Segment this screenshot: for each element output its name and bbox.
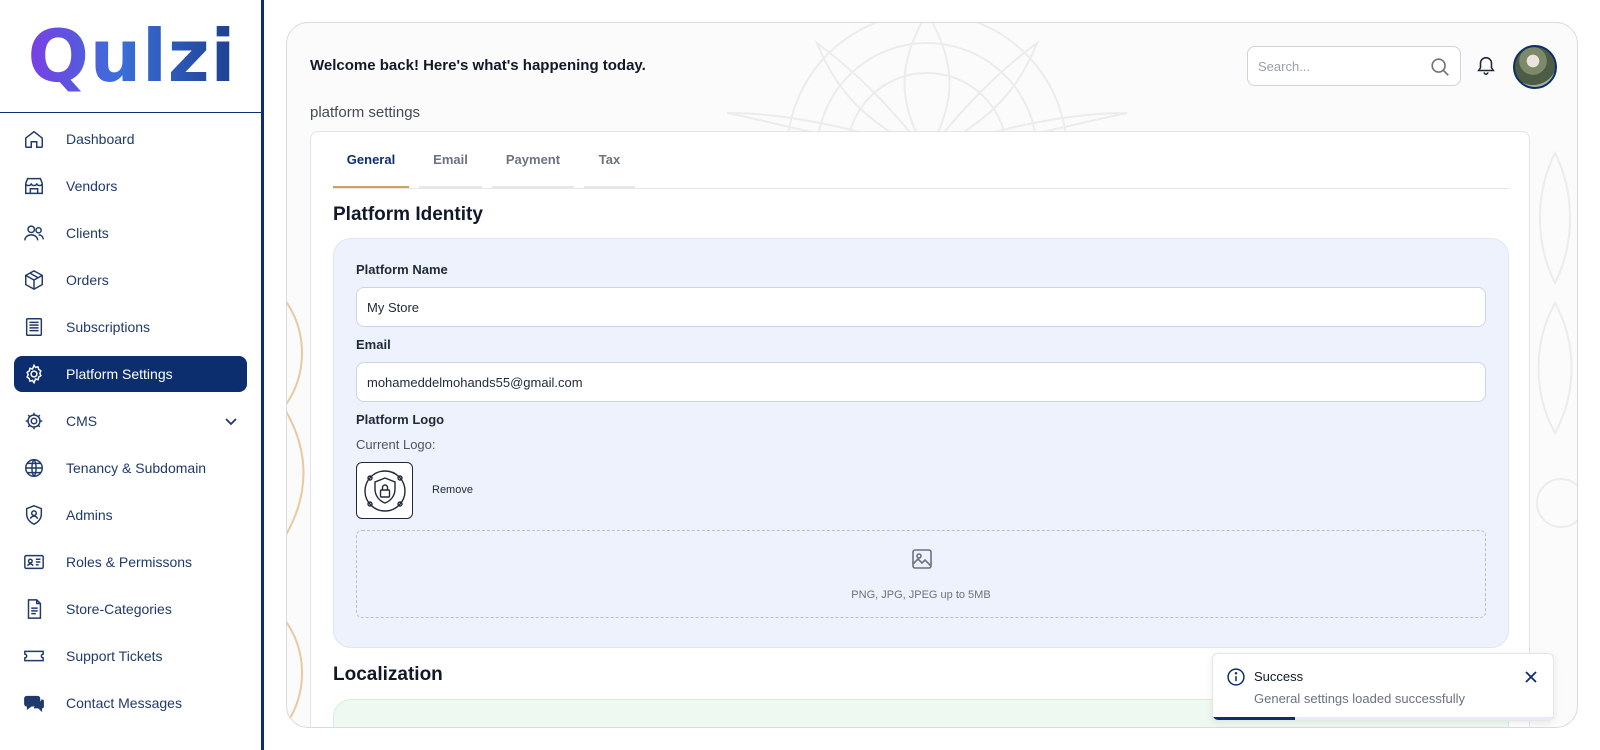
sidebar-item-tenancy[interactable]: Tenancy & Subdomain: [14, 450, 247, 486]
sidebar-item-platform-settings[interactable]: Platform Settings: [14, 356, 247, 392]
toast-title: Success: [1254, 669, 1304, 684]
box-icon: [22, 268, 46, 292]
avatar[interactable]: [1513, 45, 1557, 89]
mandala-decoration-right: [1536, 150, 1577, 528]
brand-logo[interactable]: Qulzi: [0, 0, 264, 113]
close-icon[interactable]: [1523, 669, 1539, 690]
document-icon: [22, 597, 46, 621]
success-toast: Success General settings loaded successf…: [1212, 653, 1554, 721]
toast-progress-bar: [1213, 717, 1295, 720]
sidebar-item-label: Store-Categories: [66, 601, 172, 617]
sidebar-nav: Dashboard Vendors Clients Orders Subscri…: [0, 113, 261, 721]
sidebar-item-label: Platform Settings: [66, 366, 173, 382]
platform-name-input[interactable]: [356, 287, 1486, 327]
cog-icon: [22, 409, 46, 433]
id-card-icon: [22, 550, 46, 574]
shield-user-icon: [22, 503, 46, 527]
chat-icon: [22, 691, 46, 715]
sidebar-item-label: Contact Messages: [66, 695, 182, 711]
tab-general[interactable]: General: [333, 132, 409, 188]
receipt-icon: [22, 315, 46, 339]
sidebar: Qulzi Dashboard Vendors Clients Orders S…: [0, 0, 264, 750]
gear-icon: [22, 362, 46, 386]
sidebar-item-clients[interactable]: Clients: [14, 215, 247, 251]
sidebar-item-label: Orders: [66, 272, 109, 288]
tab-tax[interactable]: Tax: [584, 132, 635, 188]
info-icon: [1226, 667, 1246, 692]
sidebar-item-label: Roles & Permissons: [66, 554, 193, 570]
ticket-icon: [22, 644, 46, 668]
sidebar-item-store-categories[interactable]: Store-Categories: [14, 591, 247, 627]
sidebar-item-label: Clients: [66, 225, 109, 241]
email-label: Email: [356, 337, 391, 352]
home-icon: [22, 127, 46, 151]
toast-message: General settings loaded successfully: [1254, 691, 1466, 706]
remove-logo-button[interactable]: Remove: [432, 484, 473, 496]
email-field[interactable]: [356, 362, 1486, 402]
sidebar-item-cms[interactable]: CMS: [14, 403, 247, 439]
main-panel: Welcome back! Here's what's happening to…: [286, 22, 1578, 728]
current-logo-image: [356, 462, 413, 519]
sidebar-item-roles[interactable]: Roles & Permissons: [14, 544, 247, 580]
sidebar-item-label: Vendors: [66, 178, 118, 194]
users-icon: [22, 221, 46, 245]
sidebar-item-dashboard[interactable]: Dashboard: [14, 121, 247, 157]
sidebar-item-label: Subscriptions: [66, 319, 151, 335]
image-icon: [910, 547, 934, 576]
tab-payment[interactable]: Payment: [492, 132, 574, 188]
platform-logo-label: Platform Logo: [356, 412, 445, 427]
globe-icon: [22, 456, 46, 480]
settings-tabs: General Email Payment Tax: [333, 132, 1509, 189]
current-logo-label: Current Logo:: [356, 437, 436, 452]
sidebar-item-label: Support Tickets: [66, 648, 163, 664]
store-icon: [22, 174, 46, 198]
sidebar-item-vendors[interactable]: Vendors: [14, 168, 247, 204]
tab-email[interactable]: Email: [419, 132, 482, 188]
settings-card: General Email Payment Tax Platform Ident…: [310, 131, 1530, 727]
localization-title: Localization: [333, 664, 443, 685]
bell-icon[interactable]: [1475, 53, 1497, 82]
shield-lock-icon: [363, 469, 406, 512]
sidebar-item-label: CMS: [66, 413, 98, 429]
sidebar-item-support-tickets[interactable]: Support Tickets: [14, 638, 247, 674]
search-input[interactable]: [1248, 47, 1418, 85]
dropzone-hint: PNG, JPG, JPEG up to 5MB: [851, 589, 991, 601]
sidebar-item-admins[interactable]: Admins: [14, 497, 247, 533]
sidebar-item-subscriptions[interactable]: Subscriptions: [14, 309, 247, 345]
search-box[interactable]: [1247, 46, 1461, 86]
sidebar-item-label: Dashboard: [66, 131, 135, 147]
sidebar-item-orders[interactable]: Orders: [14, 262, 247, 298]
welcome-message: Welcome back! Here's what's happening to…: [310, 57, 646, 74]
brand-logo-text: Qulzi: [27, 14, 237, 98]
chevron-down-icon[interactable]: [223, 413, 239, 432]
platform-name-label: Platform Name: [356, 262, 448, 277]
sidebar-item-label: Tenancy & Subdomain: [66, 460, 207, 476]
sidebar-item-label: Admins: [66, 507, 113, 523]
platform-identity-panel: Platform Name Email Platform Logo Curren…: [333, 238, 1509, 648]
breadcrumb: platform settings: [310, 104, 421, 121]
sidebar-item-contact-messages[interactable]: Contact Messages: [14, 685, 247, 721]
search-icon[interactable]: [1429, 56, 1451, 83]
logo-upload-dropzone[interactable]: PNG, JPG, JPEG up to 5MB: [356, 530, 1486, 618]
platform-identity-title: Platform Identity: [333, 204, 483, 225]
